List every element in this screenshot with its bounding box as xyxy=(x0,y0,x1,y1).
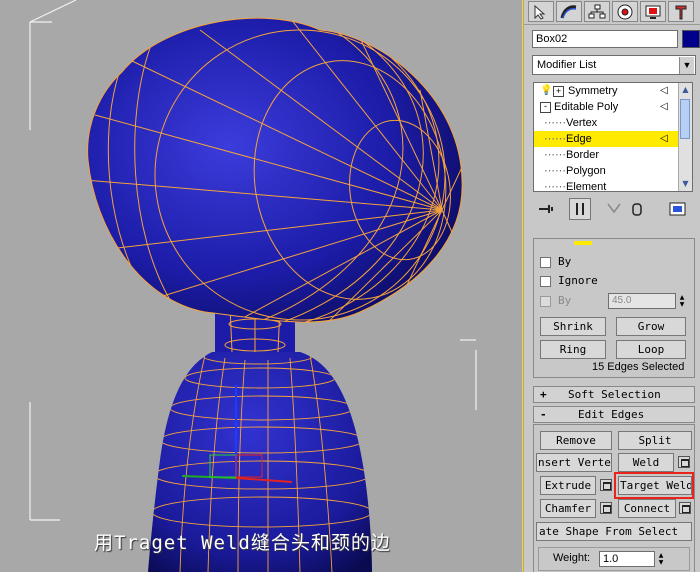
stack-item-polygon[interactable]: ⋯⋯ Polygon xyxy=(534,163,680,179)
make-unique-icon[interactable] xyxy=(603,198,625,220)
soft-selection-rollout-header[interactable]: + Soft Selection xyxy=(533,386,695,403)
head-mesh xyxy=(87,18,463,323)
scroll-up-icon[interactable]: ▲ xyxy=(679,83,692,97)
by-angle-checkbox[interactable] xyxy=(540,296,551,307)
extrude-button[interactable]: Extrude xyxy=(540,476,596,495)
scroll-thumb[interactable] xyxy=(680,99,690,139)
weld-settings-icon[interactable] xyxy=(678,456,690,468)
motion-tab[interactable] xyxy=(612,1,638,22)
shrink-button[interactable]: Shrink xyxy=(540,317,606,336)
expand-plus-icon[interactable]: + xyxy=(553,86,564,97)
stack-item-symmetry[interactable]: 💡 + Symmetry ◁ xyxy=(534,83,680,99)
selection-status: 15 Edges Selected xyxy=(592,361,685,373)
weight-spinner-icon[interactable]: ▲ ▼ xyxy=(657,552,665,566)
show-end-result-icon: ◁ xyxy=(660,85,668,96)
hierarchy-tab[interactable] xyxy=(584,1,610,22)
split-button[interactable]: Split xyxy=(618,431,692,450)
stack-item-edge[interactable]: ⋯⋯ Edge ◁ xyxy=(534,131,680,147)
create-shape-from-selection-button[interactable]: ate Shape From Select xyxy=(536,522,692,541)
scroll-down-icon[interactable]: ▼ xyxy=(679,177,692,191)
show-end-result-icon: ◁ xyxy=(660,133,668,144)
ring-button[interactable]: Ring xyxy=(540,340,606,359)
grow-button[interactable]: Grow xyxy=(616,317,686,336)
create-icon xyxy=(534,4,546,20)
modifier-list-label: Modifier List xyxy=(537,59,597,71)
show-end-result-button[interactable] xyxy=(569,198,591,220)
viewport-scene xyxy=(29,0,477,572)
extrude-settings-icon[interactable] xyxy=(600,479,612,491)
loop-button[interactable]: Loop xyxy=(616,340,686,359)
hierarchy-icon xyxy=(588,4,606,19)
lightbulb-icon: 💡 xyxy=(540,85,553,96)
collapse-minus-icon[interactable]: - xyxy=(540,102,551,113)
utilities-tab[interactable] xyxy=(668,1,694,22)
show-end-result-icon: ◁ xyxy=(660,101,668,112)
subtitle-caption: 用Traget Weld缝合头和颈的边 xyxy=(94,532,391,554)
remove-modifier-icon[interactable] xyxy=(627,198,649,220)
weld-button[interactable]: Weld xyxy=(618,453,674,472)
object-color-swatch[interactable] xyxy=(682,30,700,48)
create-tab[interactable] xyxy=(528,1,554,22)
modifier-list-dropdown[interactable]: Modifier List ▼ xyxy=(532,55,696,75)
ignore-backfacing-checkbox[interactable] xyxy=(540,276,551,287)
modify-icon xyxy=(560,5,577,19)
chamfer-settings-icon[interactable] xyxy=(600,502,612,514)
angle-spinner-icon[interactable]: ▲ ▼ xyxy=(678,294,686,308)
chamfer-button[interactable]: Chamfer xyxy=(540,499,596,518)
display-tab[interactable] xyxy=(640,1,666,22)
weight-group: Weight: 1.0 ▲ ▼ xyxy=(538,547,690,571)
edit-edges-rollout: Remove Split nsert Verte Weld Extrude Ta… xyxy=(533,424,695,572)
modifier-stack[interactable]: 💡 + Symmetry ◁ - Editable Poly ◁ ⋯⋯ Vert… xyxy=(533,82,693,192)
remove-button[interactable]: Remove xyxy=(540,431,612,450)
weight-field[interactable]: 1.0 xyxy=(599,551,655,567)
stack-item-border[interactable]: ⋯⋯ Border xyxy=(534,147,680,163)
command-panel-tabs xyxy=(524,0,700,25)
chevron-down-icon: ▼ xyxy=(679,57,694,74)
configure-sets-icon[interactable] xyxy=(667,198,689,220)
stack-item-element[interactable]: ⋯⋯ Element xyxy=(534,179,680,191)
target-weld-highlight xyxy=(614,472,694,499)
modify-tab[interactable] xyxy=(556,1,582,22)
stack-scrollbar[interactable]: ▲ ▼ xyxy=(678,83,692,191)
display-icon xyxy=(645,5,661,19)
motion-icon xyxy=(617,4,633,20)
connect-settings-icon[interactable] xyxy=(679,502,691,514)
object-name-field[interactable]: Box02 xyxy=(532,30,678,48)
stack-item-editable-poly[interactable]: - Editable Poly ◁ xyxy=(534,99,680,115)
by-vertex-checkbox[interactable] xyxy=(540,257,551,268)
connect-button[interactable]: Connect xyxy=(618,499,676,518)
edit-edges-rollout-header[interactable]: - Edit Edges xyxy=(533,406,695,423)
pin-stack-icon[interactable] xyxy=(535,198,557,220)
insert-vertex-button[interactable]: nsert Verte xyxy=(536,453,612,472)
selection-indicator xyxy=(574,241,592,245)
command-panel: Box02 Modifier List ▼ 💡 + Symmetry ◁ - E… xyxy=(524,0,700,572)
stack-item-vertex[interactable]: ⋯⋯ Vertex xyxy=(534,115,680,131)
selection-rollout: By Ignore By 45.0 ▲ ▼ Shrink Grow Ring Lo… xyxy=(533,238,695,378)
angle-field[interactable]: 45.0 xyxy=(608,293,676,309)
utilities-icon xyxy=(675,5,687,20)
perspective-viewport[interactable]: 用Traget Weld缝合头和颈的边 xyxy=(0,0,523,572)
stack-toolbar xyxy=(533,198,693,222)
